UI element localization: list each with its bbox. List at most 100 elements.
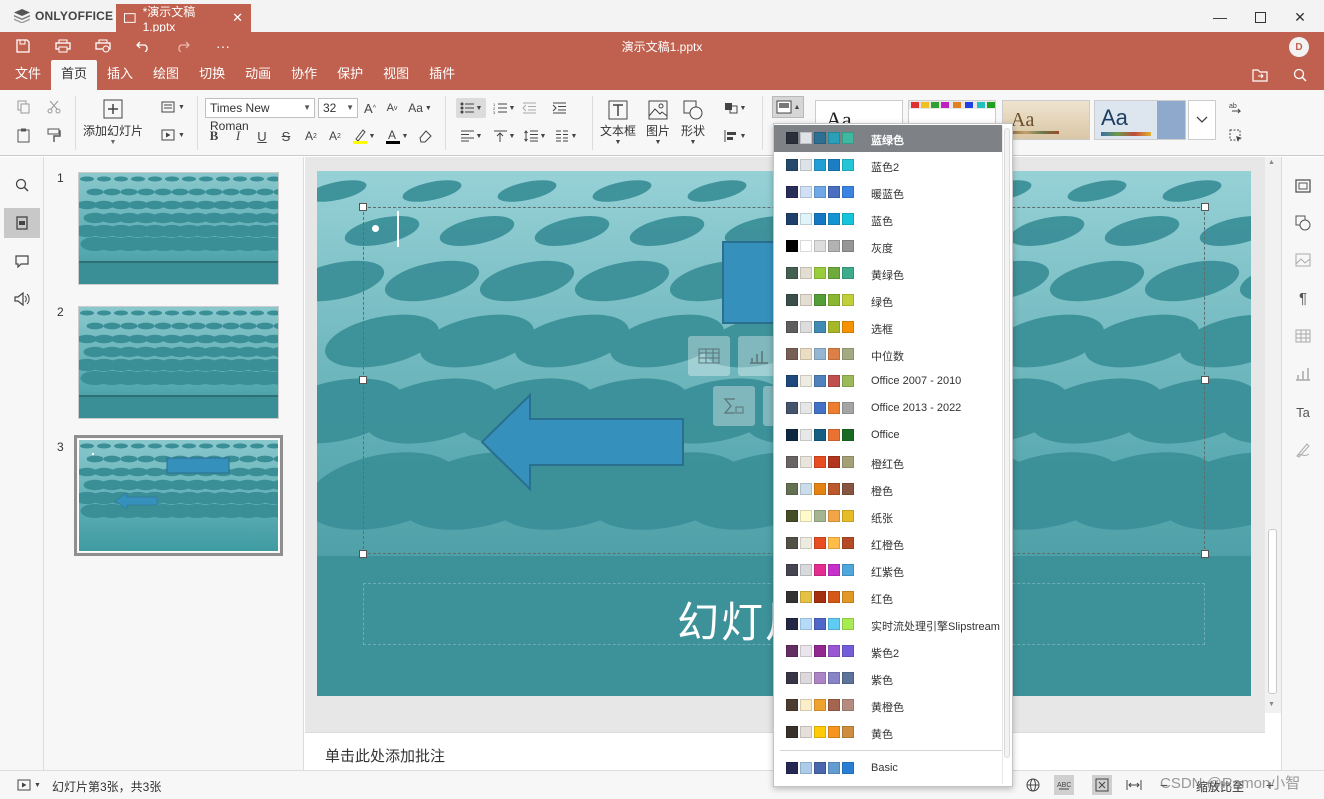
more-themes-button[interactable] — [1188, 100, 1216, 140]
replace-icon[interactable]: ab — [1226, 98, 1246, 118]
menu-tab[interactable]: 插件 — [419, 60, 465, 90]
paste-icon[interactable] — [14, 126, 34, 144]
increase-font-icon[interactable]: A ^ — [361, 98, 379, 118]
color-scheme-item[interactable]: 红橙色 — [774, 530, 1002, 557]
decrease-font-icon[interactable]: Av — [383, 98, 401, 118]
color-scheme-item[interactable]: 选框 — [774, 314, 1002, 341]
slide-settings-icon[interactable] — [1292, 175, 1314, 197]
color-scheme-item[interactable]: 中位数 — [774, 341, 1002, 368]
shape-button[interactable]: 形状 ▼ — [677, 98, 709, 148]
scroll-down-icon[interactable]: ▼ — [1268, 701, 1275, 708]
color-scheme-item[interactable]: 橙红色 — [774, 449, 1002, 476]
insert-table-icon[interactable] — [688, 336, 730, 376]
picture-button[interactable]: 图片 ▼ — [642, 98, 674, 148]
resize-handle[interactable] — [1201, 203, 1209, 211]
menu-tab[interactable]: 文件 — [5, 60, 51, 90]
decrease-indent-icon[interactable] — [520, 98, 538, 118]
text-box-button[interactable]: 文本框 ▼ — [598, 98, 638, 148]
color-scheme-item[interactable]: 紫色2 — [774, 638, 1002, 665]
italic-icon[interactable]: I — [230, 126, 246, 146]
cut-icon[interactable] — [44, 98, 64, 116]
resize-handle[interactable] — [359, 550, 367, 558]
theme-thumbnail-4[interactable]: Aa — [1094, 100, 1186, 140]
paragraph-settings-icon[interactable]: ¶ — [1292, 287, 1314, 309]
fit-width-icon[interactable] — [1124, 775, 1144, 795]
signature-settings-icon[interactable] — [1292, 439, 1314, 461]
line-spacing-button[interactable]: ▼ — [520, 126, 550, 146]
feedback-icon[interactable] — [4, 284, 40, 314]
color-scheme-item[interactable]: 黄绿色 — [774, 260, 1002, 287]
color-scheme-item[interactable]: 绿色 — [774, 287, 1002, 314]
maximize-button[interactable] — [1248, 6, 1272, 28]
color-scheme-item[interactable]: 灰度 — [774, 233, 1002, 260]
strikethrough-icon[interactable]: S — [278, 126, 294, 146]
resize-handle[interactable] — [1201, 376, 1209, 384]
resize-handle[interactable] — [359, 203, 367, 211]
menu-scrollbar[interactable] — [1002, 126, 1011, 784]
slideshow-start-button[interactable]: ▼ — [14, 777, 44, 793]
avatar[interactable]: D — [1289, 37, 1309, 57]
menu-tab[interactable]: 绘图 — [143, 60, 189, 90]
open-location-icon[interactable] — [1251, 66, 1269, 84]
document-tab[interactable]: *演示文稿1.pptx ✕ — [116, 4, 251, 34]
underline-icon[interactable]: U — [254, 126, 270, 146]
menu-tab[interactable]: 视图 — [373, 60, 419, 90]
theme-thumbnail-3[interactable]: Aa — [1002, 100, 1090, 140]
color-scheme-item[interactable]: 蓝色2 — [774, 152, 1002, 179]
menu-tab[interactable]: 保护 — [327, 60, 373, 90]
chart-settings-icon[interactable] — [1292, 363, 1314, 385]
color-scheme-item[interactable]: Basic — [774, 755, 1002, 782]
color-scheme-item[interactable]: 黄橙色 — [774, 692, 1002, 719]
menu-scrollbar-thumb[interactable] — [1004, 128, 1010, 758]
font-size-select[interactable]: 32 ▼ — [318, 98, 358, 118]
select-all-icon[interactable] — [1226, 126, 1246, 146]
color-scheme-item[interactable]: 蓝色 — [774, 206, 1002, 233]
add-slide-button[interactable]: 添加幻灯片 ▼ — [82, 98, 144, 146]
color-scheme-item[interactable]: 黄色 — [774, 719, 1002, 746]
color-scheme-item[interactable]: Office 2013 - 2022 — [774, 395, 1002, 422]
text-art-settings-icon[interactable]: Ta — [1292, 401, 1314, 423]
color-scheme-item[interactable]: 紫色 — [774, 665, 1002, 692]
color-scheme-item[interactable]: 红紫色 — [774, 557, 1002, 584]
slideshow-button[interactable]: ▼ — [158, 126, 188, 144]
increase-indent-icon[interactable] — [550, 98, 568, 118]
search-icon[interactable] — [1291, 66, 1309, 84]
scroll-up-icon[interactable]: ▲ — [1268, 159, 1275, 166]
slide-thumbnail-2[interactable] — [78, 306, 279, 419]
clear-style-icon[interactable] — [416, 126, 434, 146]
slides-panel-icon[interactable] — [4, 208, 40, 238]
subscript-icon[interactable]: A2 — [326, 126, 344, 146]
highlight-color-icon[interactable]: ▼ — [350, 126, 378, 146]
shape-settings-icon[interactable] — [1292, 212, 1314, 234]
columns-button[interactable]: ▼ — [551, 126, 581, 146]
layout-button[interactable]: ▼ — [158, 98, 188, 116]
format-painter-icon[interactable] — [44, 126, 64, 144]
fit-slide-icon[interactable] — [1092, 775, 1112, 795]
color-scheme-item[interactable]: Office — [774, 422, 1002, 449]
copy-icon[interactable] — [14, 98, 34, 116]
resize-handle[interactable] — [359, 376, 367, 384]
color-scheme-button[interactable]: ▲ — [772, 96, 804, 118]
color-scheme-item[interactable]: 橙色 — [774, 476, 1002, 503]
minimize-button[interactable]: — — [1208, 6, 1232, 28]
font-name-select[interactable]: Times New Roman ▼ — [205, 98, 315, 133]
slide-thumbnail-1[interactable] — [78, 172, 279, 285]
left-arrow-shape[interactable] — [480, 393, 685, 491]
vertical-scrollbar[interactable]: ▲ ▼ — [1265, 157, 1281, 713]
close-window-button[interactable]: ✕ — [1288, 6, 1312, 28]
search-icon[interactable] — [4, 170, 40, 200]
color-scheme-item[interactable]: 红色 — [774, 584, 1002, 611]
font-color-icon[interactable]: A ▼ — [383, 126, 411, 146]
menu-tab[interactable]: 动画 — [235, 60, 281, 90]
language-icon[interactable] — [1024, 776, 1042, 794]
vertical-align-button[interactable]: ▼ — [489, 126, 519, 146]
superscript-icon[interactable]: A2 — [302, 126, 320, 146]
color-scheme-item[interactable]: Office 2007 - 2010 — [774, 368, 1002, 395]
change-case-icon[interactable]: Aa ▼ — [406, 98, 434, 118]
color-scheme-item[interactable]: 暖蓝色 — [774, 179, 1002, 206]
slide-thumbnail-3[interactable] — [74, 435, 283, 556]
image-settings-icon[interactable] — [1292, 249, 1314, 271]
menu-tab[interactable]: 插入 — [97, 60, 143, 90]
align-left-button[interactable]: ▼ — [456, 126, 486, 146]
align-objects-button[interactable]: ▼ — [720, 126, 750, 146]
